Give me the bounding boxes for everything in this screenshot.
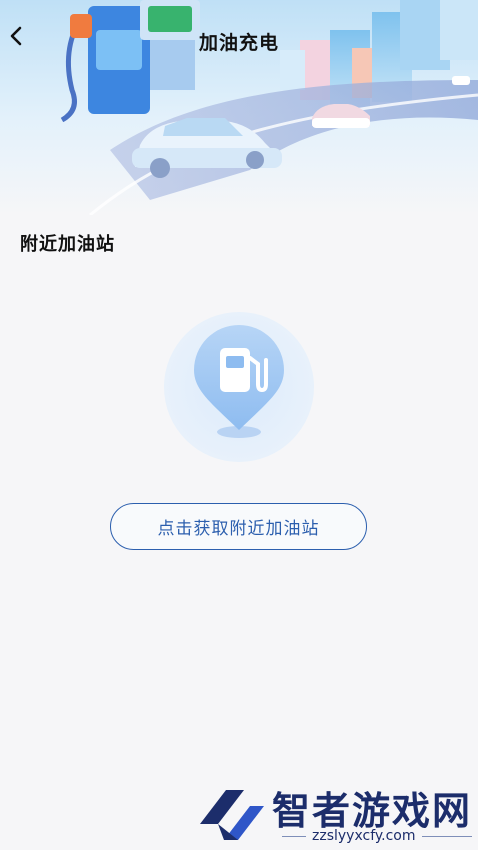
page-title: 加油充电 bbox=[198, 32, 279, 54]
watermark: 智者游戏网 zzslyyxcfy.com bbox=[196, 778, 478, 850]
fuel-pump-pin-icon bbox=[164, 312, 314, 462]
watermark-title: 智者游戏网 bbox=[272, 789, 473, 833]
section-title: 附近加油站 bbox=[20, 234, 115, 255]
watermark-url: zzslyyxcfy.com bbox=[306, 828, 422, 844]
get-nearby-stations-button[interactable]: 点击获取附近加油站 bbox=[110, 503, 367, 550]
header-illustration: 加油充电 bbox=[0, 0, 478, 215]
watermark-logo-icon bbox=[200, 790, 264, 840]
empty-state-illustration bbox=[150, 312, 328, 462]
